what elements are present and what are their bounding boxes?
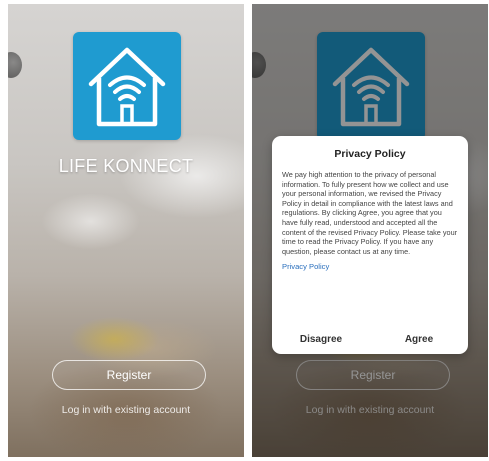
dialog-title: Privacy Policy: [334, 148, 406, 160]
login-existing-account-link[interactable]: Log in with existing account: [8, 404, 244, 416]
dialog-actions: Disagree Agree: [272, 324, 468, 354]
privacy-policy-dialog: Privacy Policy We pay high attention to …: [272, 136, 468, 354]
app-logo: [73, 32, 181, 140]
disagree-button[interactable]: Disagree: [272, 324, 370, 354]
privacy-policy-link[interactable]: Privacy Policy: [282, 262, 458, 271]
register-button[interactable]: Register: [52, 360, 206, 390]
login-screen-with-dialog: Register Log in with existing account Pr…: [252, 4, 488, 457]
agree-button[interactable]: Agree: [370, 324, 468, 354]
background-lamp: [8, 52, 22, 78]
dialog-body: We pay high attention to the privacy of …: [282, 170, 458, 256]
home-wifi-icon: [88, 47, 166, 127]
brand-name: LIFE KONNECT: [58, 156, 194, 176]
login-screen: LIFE KONNECT Register Log in with existi…: [8, 4, 244, 457]
